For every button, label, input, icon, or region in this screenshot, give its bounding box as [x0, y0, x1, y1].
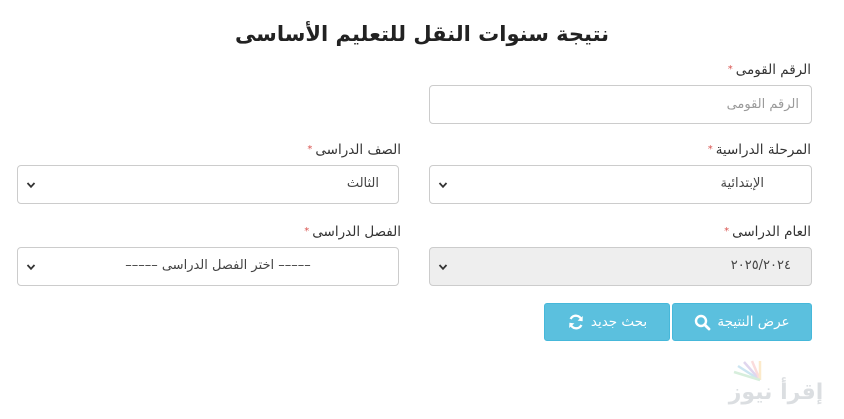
stage-label-text: المرحلة الدراسية: [715, 142, 811, 158]
year-select: ٢٠٢٥/٢٠٢٤: [429, 247, 812, 286]
result-page: نتيجة سنوات النقل للتعليم الأساسى الرقم …: [0, 0, 844, 419]
term-label: الفصل الدراسى*: [304, 224, 401, 240]
required-mark: *: [707, 144, 713, 155]
term-label-text: الفصل الدراسى: [312, 224, 401, 240]
grade-label: الصف الدراسى*: [307, 142, 401, 158]
chevron-down-icon: [26, 264, 36, 271]
required-mark: *: [724, 226, 730, 237]
year-selected-value: ٢٠٢٥/٢٠٢٤: [730, 258, 791, 273]
stage-selected-value: الإبتدائية: [720, 176, 764, 191]
chevron-down-icon: [438, 264, 448, 271]
year-label-text: العام الدراسى: [732, 224, 811, 240]
page-title: نتيجة سنوات النقل للتعليم الأساسى: [234, 22, 610, 46]
stage-label: المرحلة الدراسية*: [708, 142, 811, 158]
term-select[interactable]: ––––– اختر الفصل الدراسى –––––: [17, 247, 399, 286]
stage-select[interactable]: الإبتدائية: [429, 165, 812, 204]
new-search-label: بحث جديد: [590, 314, 648, 330]
required-mark: *: [304, 226, 310, 237]
show-result-label: عرض النتيجة: [717, 314, 790, 330]
national-id-input[interactable]: [429, 85, 812, 124]
new-search-button[interactable]: بحث جديد: [544, 303, 670, 341]
watermark-text: إقرأ نيوز: [728, 380, 824, 405]
term-selected-value: ––––– اختر الفصل الدراسى –––––: [125, 258, 311, 273]
required-mark: *: [727, 64, 733, 75]
national-id-label: الرقم القومى*: [728, 62, 811, 78]
chevron-down-icon: [438, 182, 448, 189]
national-id-label-text: الرقم القومى: [735, 62, 811, 78]
grade-selected-value: الثالث: [346, 176, 379, 191]
required-mark: *: [307, 144, 313, 155]
refresh-icon: [569, 314, 583, 330]
watermark-logo: إقرأ نيوز: [716, 360, 836, 410]
year-label: العام الدراسى*: [724, 224, 811, 240]
chevron-down-icon: [26, 182, 36, 189]
show-result-button[interactable]: عرض النتيجة: [672, 303, 812, 341]
search-icon: [695, 314, 711, 330]
grade-select[interactable]: الثالث: [17, 165, 399, 204]
grade-label-text: الصف الدراسى: [315, 142, 401, 158]
